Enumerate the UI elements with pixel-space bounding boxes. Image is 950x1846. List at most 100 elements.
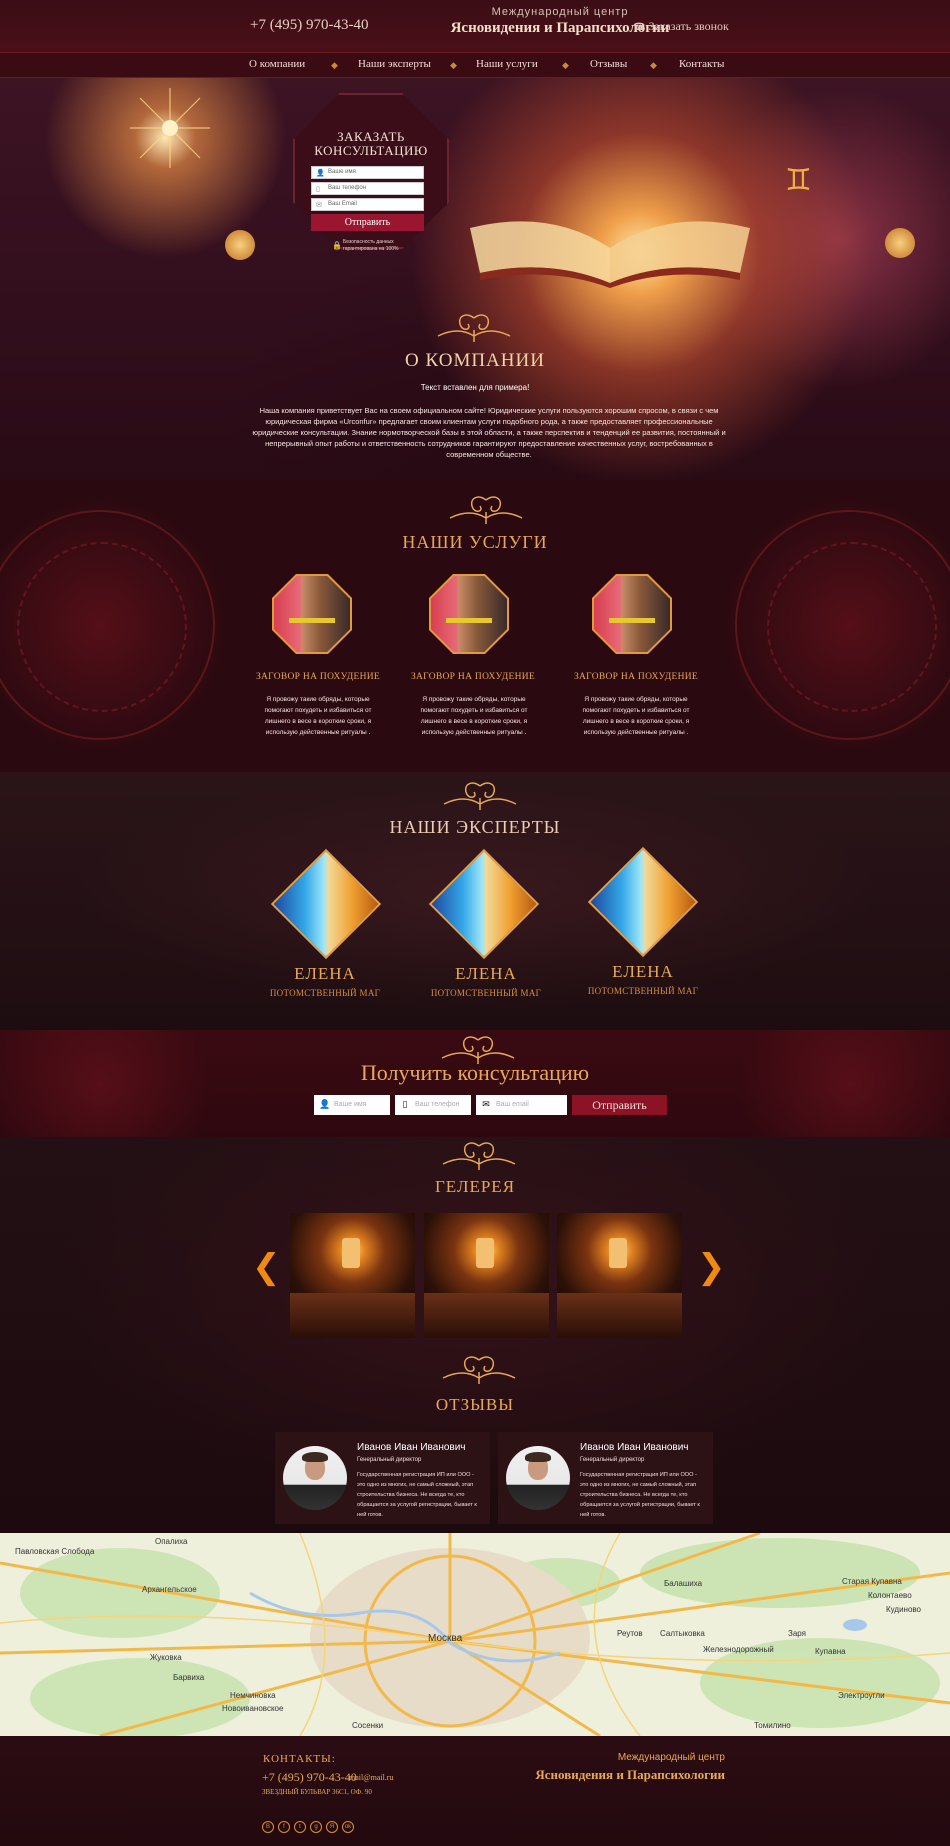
footer-brand-title: Ясновидения и Парапсихологии	[535, 1767, 725, 1782]
review-card: Иванов Иван Иванович Генеральный директо…	[275, 1432, 490, 1524]
map-label: Кудиново	[886, 1605, 922, 1614]
service-title[interactable]: ЗАГОВОР НА ПОХУДЕНИЕ	[556, 672, 716, 682]
ornament-divider	[434, 778, 526, 812]
chevron-right-icon[interactable]: ❯	[697, 1250, 726, 1284]
consult-email-input[interactable]: ✉ Ваш email	[476, 1095, 567, 1115]
map-label: Томилино	[754, 1721, 791, 1730]
hero-phone-placeholder: Ваш телефон	[328, 185, 367, 191]
callback-button[interactable]: ☎ Заказать звонок	[633, 19, 729, 34]
expert-name[interactable]: ЕЛЕНА	[406, 964, 566, 984]
user-icon: 👤	[316, 169, 325, 177]
hero-form-title-line1: ЗАКАЗАТЬ	[337, 129, 405, 144]
location-map[interactable]: Павловская Слобода Опалиха Балашиха Стар…	[0, 1533, 950, 1736]
expert-name[interactable]: ЕЛЕНА	[245, 964, 405, 984]
consult-name-placeholder: Ваше имя	[334, 1101, 367, 1108]
map-label: Жуковка	[150, 1653, 182, 1662]
map-label: Салтыковка	[660, 1629, 705, 1638]
sun-glow-image	[130, 88, 210, 168]
phone-icon: ☎	[633, 22, 646, 33]
services-title: НАШИ УСЛУГИ	[402, 532, 548, 552]
consult-phone-input[interactable]: ▯ Ваш телефон	[395, 1095, 471, 1115]
about-text: Наша компания приветствует Вас на своем …	[252, 406, 726, 459]
service-title[interactable]: ЗАГОВОР НА ПОХУДЕНИЕ	[393, 672, 553, 682]
footer-phone[interactable]: +7 (495) 970-43-40	[262, 1770, 357, 1785]
nav-item-contacts[interactable]: Контакты	[679, 58, 724, 70]
nav-separator-icon: ◆	[331, 60, 338, 70]
footer-brand-subtitle: Международный центр	[617, 1752, 725, 1763]
service-image[interactable]	[272, 574, 352, 654]
expert-name[interactable]: ЕЛЕНА	[563, 962, 723, 982]
expert-role: ПОТОМСТВЕННЫЙ МАГ	[430, 988, 542, 998]
planet-orb-image	[885, 228, 915, 258]
gallery-image[interactable]	[424, 1213, 549, 1338]
yandex-icon[interactable]: Я	[326, 1821, 338, 1833]
security-note: Безопасность данных гарантирована на 100…	[343, 239, 399, 252]
nav-item-reviews[interactable]: Отзывы	[590, 58, 627, 70]
vk-icon[interactable]: В	[262, 1821, 274, 1833]
facebook-icon[interactable]: f	[278, 1821, 290, 1833]
expert-role: ПОТОМСТВЕННЫЙ МАГ	[269, 988, 381, 998]
hero-email-placeholder: Ваш Email	[328, 201, 357, 207]
envelope-icon: ✉	[316, 201, 322, 209]
hero-name-input[interactable]: 👤 Ваше имя	[311, 166, 424, 179]
hero-email-input[interactable]: ✉ Ваш Email	[311, 198, 424, 211]
map-label: Архангельское	[142, 1585, 197, 1594]
google-plus-icon[interactable]: g	[310, 1821, 322, 1833]
nav-item-services[interactable]: Наши услуги	[476, 58, 538, 70]
main-nav	[0, 52, 950, 78]
mobile-phone-icon: ▯	[402, 1100, 408, 1110]
reviewer-name: Иванов Иван Иванович	[580, 1442, 689, 1453]
header-phone[interactable]: +7 (495) 970-43-40	[250, 17, 368, 34]
hero-form-title-line2: КОНСУЛЬТАЦИЮ	[314, 143, 428, 158]
map-label: Барвиха	[173, 1673, 205, 1682]
chevron-left-icon[interactable]: ❮	[252, 1250, 281, 1284]
nav-separator-icon: ◆	[562, 60, 569, 70]
gallery-image[interactable]	[290, 1213, 415, 1338]
gallery-title: ГЕЛЕРЕЯ	[434, 1177, 516, 1196]
ornament-divider	[433, 1352, 525, 1386]
service-text: Я провожу такие обряды, которые помогают…	[420, 696, 528, 736]
open-book-image	[470, 221, 750, 288]
nav-item-about[interactable]: О компании	[249, 58, 305, 70]
review-text: Государственная регистрация ИП или ООО -…	[580, 1472, 700, 1518]
nav-separator-icon: ◆	[650, 60, 657, 70]
reviewer-avatar	[283, 1446, 347, 1510]
service-image[interactable]	[592, 574, 672, 654]
footer	[0, 1736, 950, 1846]
map-label: Москва	[428, 1633, 463, 1644]
experts-title: НАШИ ЭКСПЕРТЫ	[389, 817, 561, 837]
consult-name-input[interactable]: 👤 Ваше имя	[314, 1095, 390, 1115]
twitter-icon[interactable]: t	[294, 1821, 306, 1833]
service-image[interactable]	[429, 574, 509, 654]
footer-email[interactable]: mail@mail.ru	[349, 1773, 393, 1782]
consult-phone-placeholder: Ваш телефон	[415, 1101, 460, 1108]
gallery-image[interactable]	[557, 1213, 682, 1338]
map-label: Старая Купавна	[842, 1577, 902, 1586]
reviewer-role: Генеральный директор	[357, 1457, 422, 1463]
expert-role: ПОТОМСТВЕННЫЙ МАГ	[587, 986, 699, 996]
lock-icon: 🔒	[332, 241, 342, 250]
user-icon: 👤	[319, 1100, 331, 1110]
nav-separator-icon: ◆	[450, 60, 457, 70]
envelope-icon: ✉	[482, 1100, 490, 1110]
service-title[interactable]: ЗАГОВОР НА ПОХУДЕНИЕ	[238, 672, 398, 682]
ornament-divider	[428, 310, 520, 344]
review-text: Государственная регистрация ИП или ООО -…	[357, 1472, 477, 1518]
consult-submit-button[interactable]: Отправить	[572, 1095, 667, 1115]
map-label: Сосенки	[352, 1721, 384, 1730]
about-title: О КОМПАНИИ	[405, 350, 545, 371]
map-label: Электроугли	[838, 1691, 885, 1700]
odnoklassniki-icon[interactable]: ok	[342, 1821, 354, 1833]
hero-phone-input[interactable]: ▯ Ваш телефон	[311, 182, 424, 195]
reviewer-role: Генеральный директор	[580, 1457, 645, 1463]
reviewer-avatar	[506, 1446, 570, 1510]
map-label: Купавна	[815, 1647, 846, 1656]
map-label: Реутов	[617, 1629, 643, 1638]
reviews-title: ОТЗЫВЫ	[435, 1395, 515, 1414]
nav-item-experts[interactable]: Наши эксперты	[358, 58, 431, 70]
map-label: Павловская Слобода	[15, 1547, 95, 1556]
map-label: Немчиновка	[230, 1691, 276, 1700]
service-text: Я провожу такие обряды, которые помогают…	[264, 696, 372, 736]
map-label: Железнодорожный	[703, 1645, 774, 1654]
hero-submit-button[interactable]: Отправить	[311, 214, 424, 231]
